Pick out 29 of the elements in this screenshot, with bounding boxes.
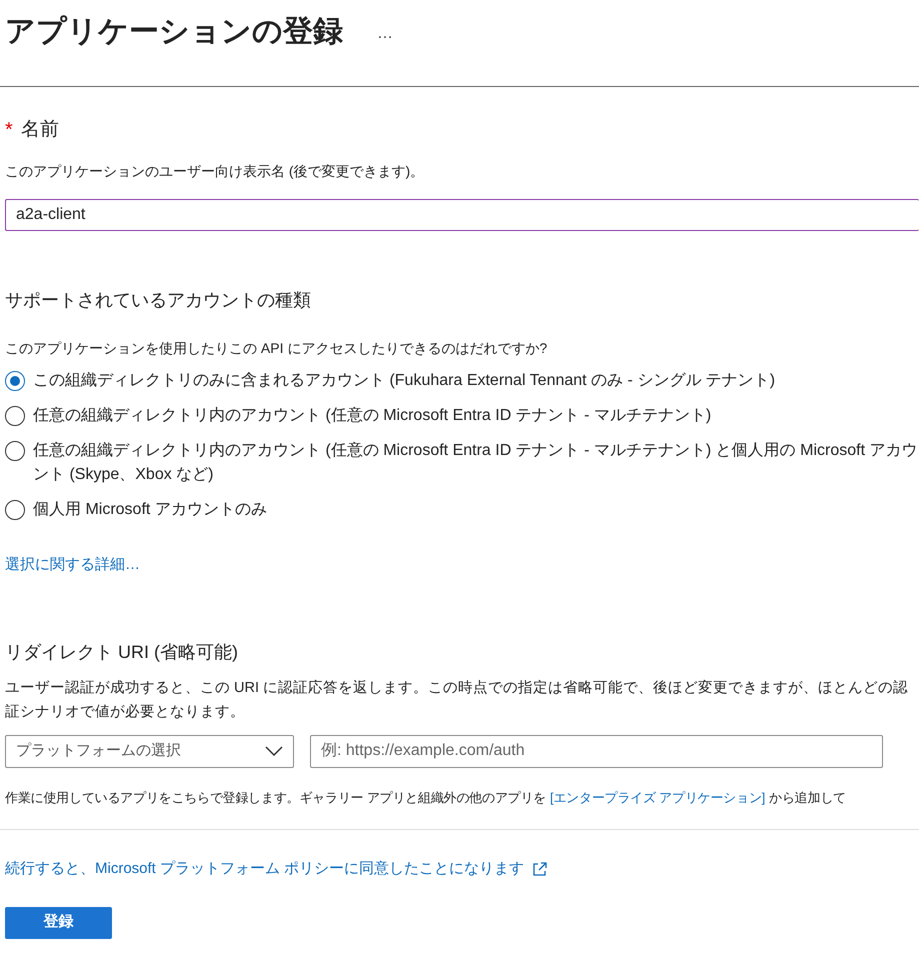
section-heading: サポートされているアカウントの種類 xyxy=(5,289,312,312)
required-mark: * xyxy=(5,118,13,143)
external-link-icon xyxy=(532,861,548,878)
uri-input[interactable]: 例: https://example.com/auth xyxy=(310,734,883,768)
question-text: このアプリケーションを使用したりこの API にアクセスしたりできるのはだれですか? xyxy=(5,339,548,358)
radio-label: 任意の組織ディレクトリ内のアカウント (任意の Microsoft Entra ID テナント - マルチテナント) xyxy=(33,406,712,426)
platform-dropdown[interactable]: プラットフォームの選択 xyxy=(5,734,294,768)
enterprise-apps-link[interactable]: [エンタープライズ アプリケーション] xyxy=(550,788,766,807)
section-description: ユーザー認証が成功すると、この URI に認証応答を返します。この時点での指定は省略可能で、後ほど変更できますが、ほとんどの認証シナリオで値が必要となります。 xyxy=(5,678,910,722)
radio-button[interactable] xyxy=(5,500,25,520)
dropdown-value: プラットフォームの選択 xyxy=(16,740,181,761)
chevron-down-icon xyxy=(265,746,283,756)
register-button[interactable]: 登録 xyxy=(5,906,112,938)
more-options-button[interactable]: … xyxy=(377,22,393,46)
help-link[interactable]: 選択に関する詳細… xyxy=(5,554,140,576)
radio-button[interactable] xyxy=(5,406,25,426)
radio-label: 任意の組織ディレクトリ内のアカウント (任意の Microsoft Entra ID テナント - マルチテナント) と個人用の Microsoft アカウント (Skype、Xbox など) xyxy=(33,440,918,485)
radio-button[interactable] xyxy=(5,371,25,391)
note-text: から追加して xyxy=(769,788,846,806)
radio-label: この組織ディレクトリのみに含まれるアカウント (Fukuhara External Tennant のみ - シングル テナント) xyxy=(33,371,776,391)
name-input[interactable]: a2a-client xyxy=(5,199,919,231)
field-description: このアプリケーションのユーザー向け表示名 (後で変更できます)。 xyxy=(5,162,426,181)
radio-label: 個人用 Microsoft アカウントのみ xyxy=(33,500,267,520)
note-text: 作業に使用しているアプリをこちらで登録します。ギャラリー アプリと組織外の他のアプリを xyxy=(5,788,546,806)
policy-link[interactable]: 続行すると、Microsoft プラットフォーム ポリシーに同意したことになります xyxy=(5,858,524,880)
page-title: アプリケーションの登録 xyxy=(5,14,343,50)
radio-button[interactable] xyxy=(5,441,25,461)
field-label: 名前 xyxy=(20,118,59,142)
section-heading: リダイレクト URI (省略可能) xyxy=(5,640,239,664)
